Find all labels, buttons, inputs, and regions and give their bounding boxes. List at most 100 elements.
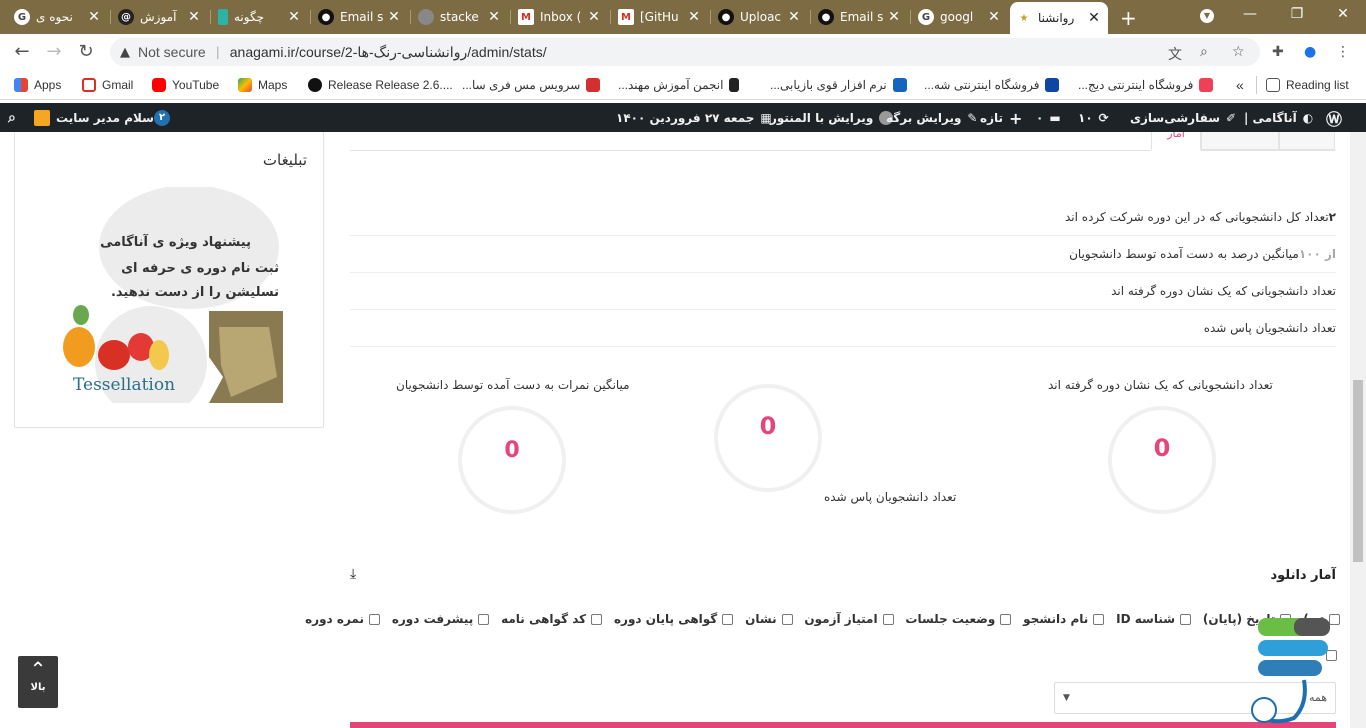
- browser-tab[interactable]: @ آموزش ✕: [112, 4, 208, 30]
- search-icon[interactable]: ⌕: [8, 109, 16, 127]
- customize-link[interactable]: ✐ سفارشی‌سازی: [1130, 109, 1236, 127]
- translate-icon[interactable]: 文: [1168, 44, 1182, 64]
- checkbox-column[interactable]: کد گواهی نامه: [501, 612, 603, 626]
- submit-bar[interactable]: [350, 722, 1336, 728]
- shop-icon: [586, 78, 601, 92]
- browser-tab[interactable]: چگونه ✕: [212, 4, 308, 30]
- account-menu[interactable]: سلام مدیر سایت: [34, 109, 154, 127]
- comments-link[interactable]: ▬ ۰: [1036, 109, 1061, 127]
- notification-badge[interactable]: ۲: [154, 109, 170, 127]
- browser-tab[interactable]: G googl ✕: [912, 4, 1008, 30]
- bookmark-item[interactable]: فروشگاه اینترنتی شه...: [924, 76, 1060, 94]
- tab-title: Email s: [340, 10, 384, 24]
- reload-icon[interactable]: ↻: [76, 42, 96, 62]
- checkbox-column[interactable]: پیشرفت دوره: [392, 612, 490, 626]
- maps-icon: [238, 78, 252, 92]
- security-label[interactable]: Not secure: [138, 44, 206, 60]
- tab-title: روانشنا: [1038, 11, 1075, 25]
- browser-tab[interactable]: ● Uploac ✕: [712, 4, 808, 30]
- bookmark-item[interactable]: Apps: [14, 76, 61, 94]
- checkbox-column[interactable]: گواهی پایان دوره: [614, 612, 734, 626]
- tab-title: Uploac: [740, 10, 782, 24]
- pocket-icon: [1199, 78, 1214, 92]
- new-tab-button[interactable]: +: [1120, 6, 1137, 30]
- checkbox-column[interactable]: نمره دوره: [305, 612, 380, 626]
- ad-brand: Tessellation: [73, 375, 176, 395]
- bookmark-item[interactable]: سرویس مس فری سا...: [462, 76, 601, 94]
- close-icon[interactable]: ✕: [986, 9, 1002, 25]
- close-icon[interactable]: ✕: [486, 9, 502, 25]
- wp-admin-bar: ⌕ سلام مدیر سایت ۲ ▦ جمعه ۲۷ فروردین ۱۴۰…: [0, 103, 1366, 132]
- close-icon[interactable]: ✕: [686, 9, 702, 25]
- download-icon[interactable]: ⤓: [350, 566, 356, 582]
- close-icon[interactable]: ✕: [86, 9, 102, 25]
- url-text[interactable]: anagami.ir/course/2-روانشناسی-رنگ-ها/adm…: [230, 44, 547, 61]
- browser-tab[interactable]: stacke ✕: [412, 4, 508, 30]
- bookmark-item[interactable]: Release Release 2.6....: [308, 76, 453, 94]
- browser-tab[interactable]: G نحوه ی ✕: [8, 4, 108, 30]
- chevron-down-icon: ▼: [1063, 693, 1070, 703]
- checkbox-column[interactable]: نام دانشجو: [1023, 612, 1105, 626]
- new-content-menu[interactable]: + تازه: [980, 109, 1022, 128]
- checkbox-column[interactable]: شناسه ID: [1116, 612, 1192, 626]
- close-icon[interactable]: ✕: [286, 9, 302, 25]
- ad-line: پیشنهاد ویژه ی آناگامی: [100, 235, 251, 250]
- checkbox-column[interactable]: امتیاز آزمون: [804, 612, 894, 626]
- chevron-more-icon[interactable]: «: [1236, 76, 1244, 94]
- browser-tab[interactable]: M [GitHu ✕: [612, 4, 708, 30]
- star-icon[interactable]: ☆: [1232, 44, 1245, 60]
- tab-other[interactable]: [1279, 132, 1335, 150]
- close-icon[interactable]: ✕: [1086, 10, 1102, 26]
- extensions-icon[interactable]: ✚: [1272, 44, 1284, 60]
- reading-list-icon: [1266, 78, 1280, 92]
- back-to-top-button[interactable]: ⌃ بالا: [18, 656, 58, 708]
- browser-tab-active[interactable]: ★ روانشنا ✕: [1010, 2, 1108, 34]
- github-icon: [308, 78, 322, 92]
- checkbox-column[interactable]: نشان: [745, 612, 793, 626]
- minimize-icon[interactable]: —: [1235, 6, 1265, 22]
- tab-stats[interactable]: آمار: [1151, 132, 1201, 151]
- bookmark-item[interactable]: فروشگاه اینترنتی دیج...: [1078, 76, 1214, 94]
- edit-page-link[interactable]: ✎ ویرایش برگه: [886, 109, 977, 127]
- forward-icon[interactable]: →: [44, 42, 64, 62]
- updates-link[interactable]: ⟳ ۱۰: [1078, 109, 1109, 127]
- scrollbar-thumb[interactable]: [1353, 380, 1363, 562]
- page-scrollbar[interactable]: [1350, 132, 1366, 728]
- close-icon[interactable]: ✕: [786, 9, 802, 25]
- brush-icon: ✐: [1226, 111, 1237, 125]
- menu-icon[interactable]: ⋮: [1336, 44, 1350, 60]
- profile-icon[interactable]: ●: [1304, 44, 1316, 60]
- gmail-icon: [82, 78, 96, 92]
- elementor-edit[interactable]: ویرایش با المنتور: [770, 109, 894, 127]
- stat-circle-value: 0: [504, 438, 520, 463]
- restore-icon[interactable]: ❐: [1282, 6, 1312, 22]
- close-icon[interactable]: ✕: [386, 9, 402, 25]
- window-close-icon[interactable]: ✕: [1328, 6, 1358, 22]
- omnibox[interactable]: ▲ Not secure | anagami.ir/course/2-روانش…: [110, 38, 1260, 66]
- browser-tab[interactable]: ● Email s ✕: [812, 4, 908, 30]
- site-name-menu[interactable]: ◐ آناگامی |: [1244, 109, 1313, 127]
- bookmark-item[interactable]: انجمن آموزش مهند...: [618, 76, 740, 94]
- bookmark-item[interactable]: YouTube: [152, 76, 219, 94]
- pencil-icon: ✎: [967, 111, 978, 125]
- support-widget-icon[interactable]: [1244, 614, 1338, 726]
- checkbox-column[interactable]: وضعیت جلسات: [905, 612, 1012, 626]
- browser-tab[interactable]: ● Email s ✕: [312, 4, 408, 30]
- bookmark-item[interactable]: نرم افزار قوی بازیابی...: [770, 76, 907, 94]
- bookmark-item[interactable]: Gmail: [82, 76, 133, 94]
- close-icon[interactable]: ✕: [586, 9, 602, 25]
- ad-line: ثبت نام دوره ی حرفه ای: [121, 261, 279, 276]
- warning-icon[interactable]: ▲: [120, 45, 130, 60]
- browser-tab[interactable]: M Inbox ( ✕: [512, 4, 608, 30]
- zoom-icon[interactable]: ⌕: [1200, 44, 1208, 60]
- tab-title: آموزش: [140, 10, 177, 24]
- reading-list-button[interactable]: Reading list: [1266, 76, 1349, 94]
- close-icon[interactable]: ✕: [186, 9, 202, 25]
- close-icon[interactable]: ✕: [886, 9, 902, 25]
- tab-other[interactable]: [1201, 132, 1279, 150]
- tab-search-icon[interactable]: ▼: [1200, 9, 1214, 23]
- wordpress-icon[interactable]: Ⓦ: [1326, 109, 1342, 129]
- bookmark-item[interactable]: Maps: [238, 76, 287, 94]
- comment-icon: ▬: [1049, 111, 1061, 125]
- back-icon[interactable]: ←: [12, 42, 32, 62]
